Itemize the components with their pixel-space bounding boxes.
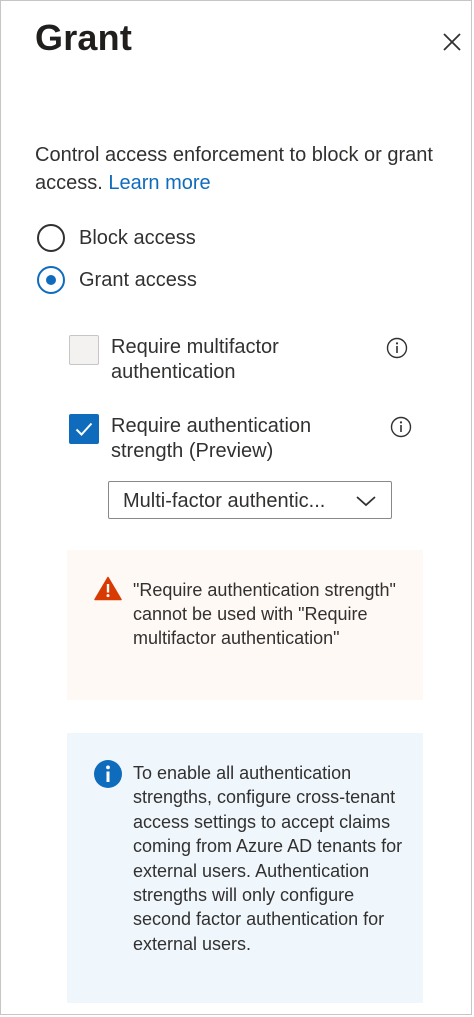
grant-panel: Grant Control access enforcement to bloc…	[0, 0, 472, 1015]
learn-more-link[interactable]: Learn more	[108, 172, 210, 194]
radio-block-access-label: Block access	[79, 226, 196, 249]
checkmark-icon	[75, 422, 93, 436]
require-mfa-option[interactable]: Require multifactor authentication	[69, 335, 419, 387]
warning-text: "Require authentication strength" cannot…	[133, 580, 396, 648]
require-mfa-checkbox[interactable]	[69, 335, 99, 365]
warning-icon	[94, 576, 122, 601]
info-text: To enable all authentication strengths, …	[133, 763, 403, 954]
info-circle-icon	[94, 760, 122, 788]
close-icon	[443, 33, 461, 51]
info-icon[interactable]	[386, 337, 408, 359]
require-auth-strength-checkbox[interactable]	[69, 414, 99, 444]
description-text: Control access enforcement to block or g…	[35, 144, 433, 194]
info-icon[interactable]	[390, 416, 412, 438]
warning-message-bar: "Require authentication strength" cannot…	[67, 550, 423, 700]
radio-grant-access-button[interactable]	[37, 266, 65, 294]
dropdown-selected-value: Multi-factor authentic...	[123, 490, 326, 512]
require-mfa-label: Require multifactor authentication	[111, 336, 279, 383]
panel-title: Grant	[35, 17, 133, 58]
radio-grant-access-label: Grant access	[79, 268, 197, 291]
auth-strength-dropdown[interactable]: Multi-factor authentic...	[108, 481, 392, 519]
info-message-bar: To enable all authentication strengths, …	[67, 733, 423, 1003]
radio-block-access-button[interactable]	[37, 224, 65, 252]
description: Control access enforcement to block or g…	[35, 141, 445, 197]
chevron-down-icon	[356, 496, 376, 507]
radio-block-access[interactable]: Block access	[37, 223, 196, 253]
close-button[interactable]	[437, 27, 467, 57]
radio-grant-access[interactable]: Grant access	[37, 265, 197, 295]
require-auth-strength-label: Require authentication strength (Preview…	[111, 415, 312, 462]
require-auth-strength-option[interactable]: Require authentication strength (Preview…	[69, 414, 419, 466]
